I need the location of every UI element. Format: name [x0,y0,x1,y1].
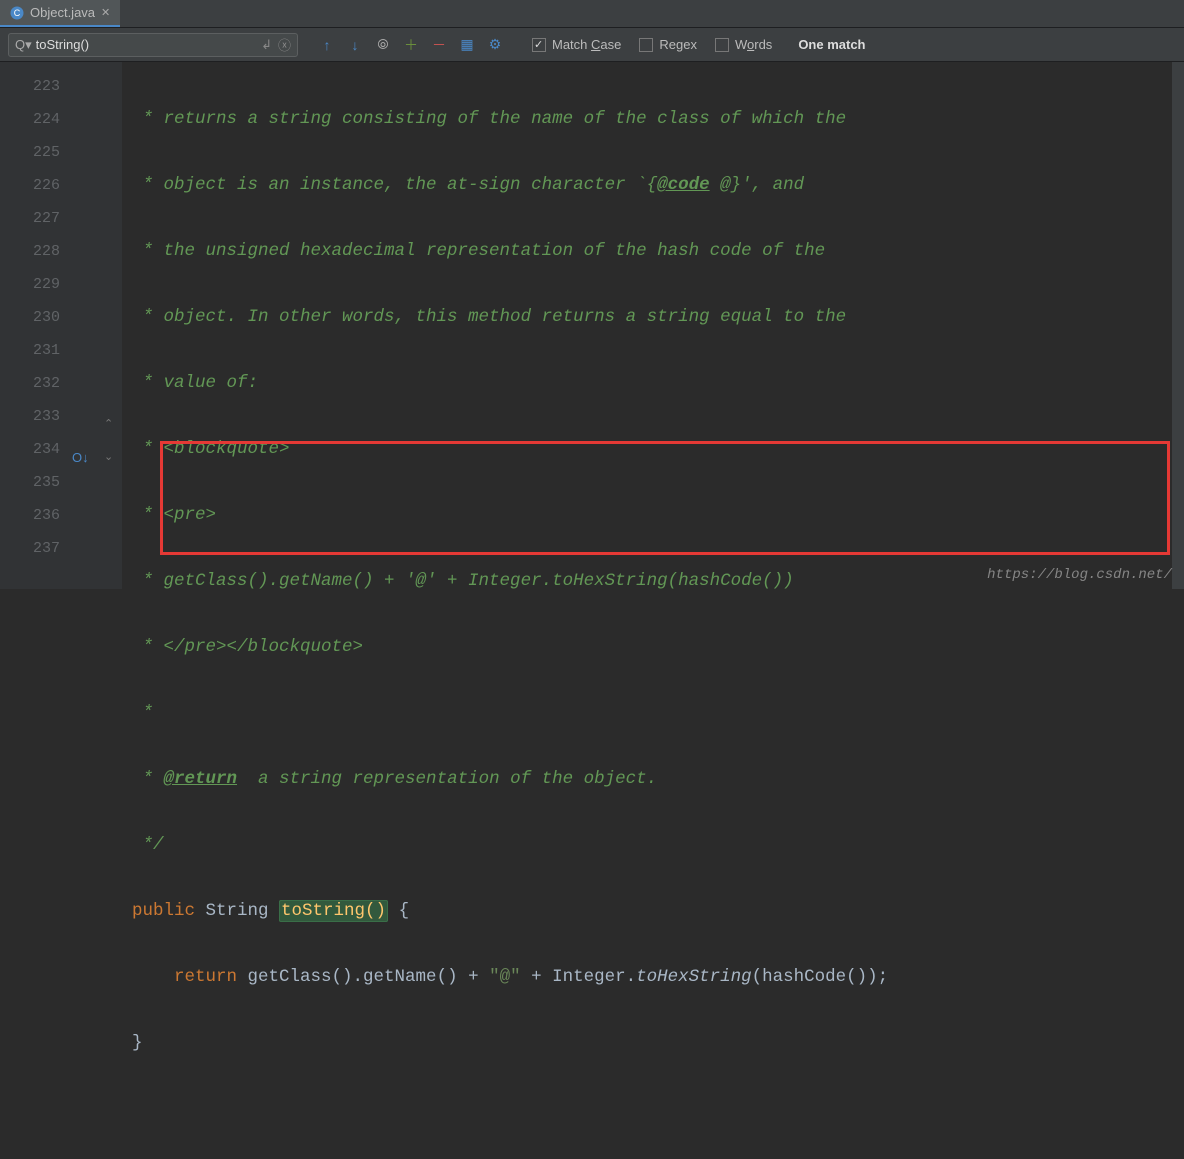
doc-comment: */ [132,835,164,855]
java-class-icon: C [10,6,24,20]
clear-icon[interactable]: ⓧ [278,35,291,54]
line-number: 232 [0,367,60,400]
newline-icon[interactable]: ↲ [261,37,272,53]
doc-comment: * getClass().getName() + '@' + Integer.t… [132,571,794,591]
keyword: public [132,901,195,921]
doc-comment: * <blockquote> [132,439,290,459]
line-gutter: 2232242252262272282292302312322332342352… [0,62,70,589]
doc-comment: * the unsigned hexadecimal representatio… [132,241,825,261]
find-options: Match Case Regex Words One match [532,37,866,52]
line-number: 225 [0,136,60,169]
doc-comment: a string representation of the object. [237,769,657,789]
line-number: 235 [0,466,60,499]
line-number: 230 [0,301,60,334]
line-number: 223 [0,70,60,103]
doc-tag: @return [164,769,238,789]
doc-comment: * <pre> [132,505,216,525]
doc-tag: @code [657,175,710,195]
code: getClass().getName() + [237,967,489,987]
doc-comment: @}', and [710,175,805,195]
prev-match-icon[interactable]: ↑ [318,36,336,54]
line-number: 234 [0,433,60,466]
search-box[interactable]: Q▾ ↲ ⓧ [8,33,298,57]
line-number: 233 [0,400,60,433]
checkbox-icon [639,38,653,52]
next-match-icon[interactable]: ↓ [346,36,364,54]
search-input[interactable] [36,37,261,52]
remove-selection-icon[interactable]: － [430,36,448,54]
words-checkbox[interactable]: Words [715,37,772,52]
checkbox-icon [715,38,729,52]
line-number: 224 [0,103,60,136]
doc-comment: * [132,769,164,789]
line-number: 228 [0,235,60,268]
line-number: 227 [0,202,60,235]
scrollbar[interactable] [1172,62,1184,589]
keyword: return [174,967,237,987]
close-icon[interactable]: ✕ [101,6,110,19]
file-tab[interactable]: C Object.java ✕ [0,0,120,27]
select-occurrences-icon[interactable]: ▦ [458,36,476,54]
find-toolbar: ↑ ↓ ⦾ ＋ － ▦ ⚙ [318,36,504,54]
doc-comment: * returns a string consisting of the nam… [132,109,846,129]
code: + Integer. [521,967,637,987]
checkbox-icon [532,38,546,52]
fold-end-icon[interactable]: ⌃ [104,417,113,431]
find-bar: Q▾ ↲ ⓧ ↑ ↓ ⦾ ＋ － ▦ ⚙ Match Case Regex Wo… [0,28,1184,62]
select-all-icon[interactable]: ⦾ [374,36,392,54]
fold-column: ⌃ ⌄ [96,62,122,589]
watermark: https://blog.csdn.net/ [987,567,1172,583]
add-selection-icon[interactable]: ＋ [402,36,420,54]
tab-filename: Object.java [30,5,95,20]
code: (hashCode()); [752,967,889,987]
editor: 2232242252262272282292302312322332342352… [0,62,1184,589]
svg-text:C: C [14,8,21,18]
marker-column: O↓ [70,62,96,589]
line-number: 237 [0,532,60,565]
match-count: One match [798,37,865,52]
doc-comment: * [132,703,153,723]
doc-comment: * </pre></blockquote> [132,637,363,657]
line-number: 226 [0,169,60,202]
search-icon: Q▾ [15,37,32,53]
code-area[interactable]: * returns a string consisting of the nam… [122,62,1184,589]
brace: } [132,1033,143,1053]
tab-bar: C Object.java ✕ [0,0,1184,28]
string: "@" [489,967,521,987]
static-method: toHexString [636,967,752,987]
fold-start-icon[interactable]: ⌄ [104,450,113,464]
doc-comment: * value of: [132,373,258,393]
search-match: toString() [279,900,388,922]
line-number: 236 [0,499,60,532]
type: String [195,901,279,921]
regex-checkbox[interactable]: Regex [639,37,697,52]
override-icon[interactable]: O↓ [72,450,89,465]
line-number: 229 [0,268,60,301]
line-number: 231 [0,334,60,367]
doc-comment: * object is an instance, the at-sign cha… [132,175,657,195]
brace: { [388,901,409,921]
doc-comment: * object. In other words, this method re… [132,307,846,327]
settings-icon[interactable]: ⚙ [486,36,504,54]
match-case-checkbox[interactable]: Match Case [532,37,621,52]
